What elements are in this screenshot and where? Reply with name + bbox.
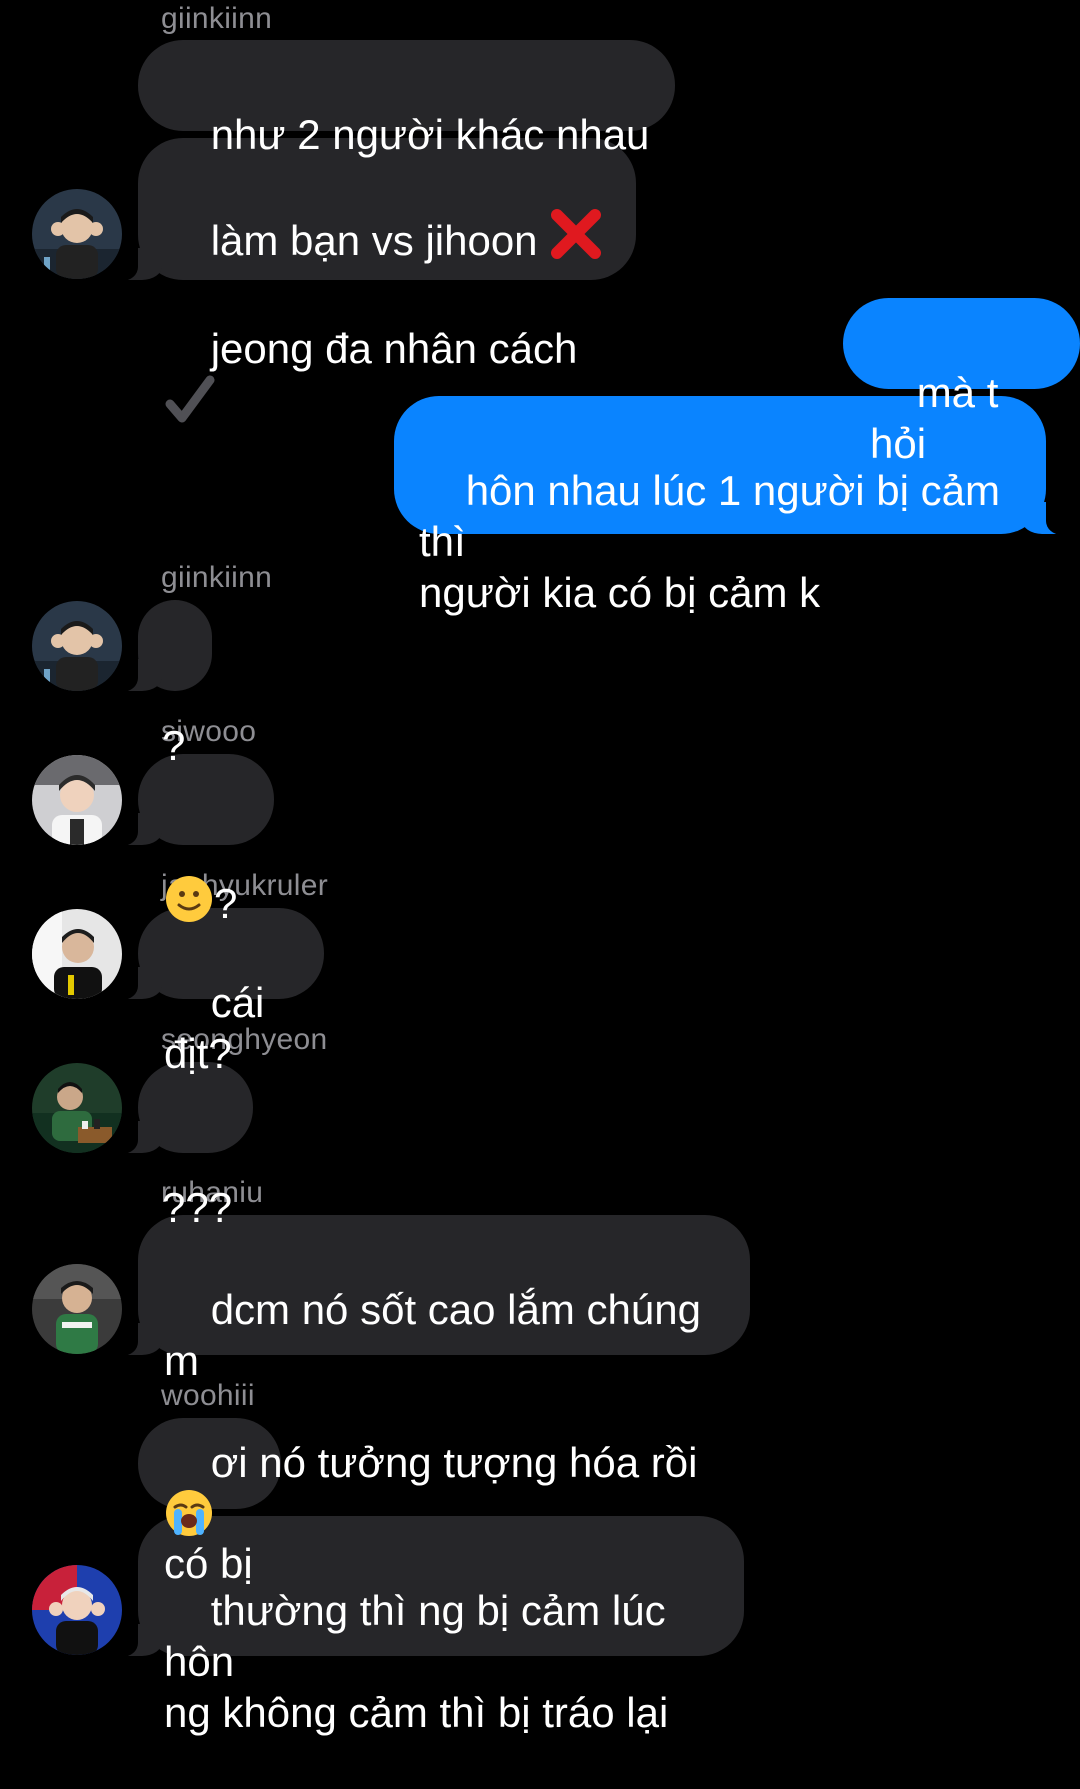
message-text: thường thì ng bị cảm lúc hôn ng không cả… — [164, 1587, 669, 1736]
avatar[interactable] — [32, 601, 122, 691]
sender-name: giinkiinn — [161, 561, 273, 594]
message-text-line: làm bạn vs jihoon — [211, 209, 604, 264]
message-text: ? — [214, 880, 238, 927]
message-text: ? — [162, 722, 186, 769]
check-mark-icon — [164, 374, 216, 437]
avatar[interactable] — [32, 755, 122, 845]
message-bubble-outgoing[interactable]: hôn nhau lúc 1 người bị cảm thì người ki… — [394, 396, 1074, 616]
message-text: hôn nhau lúc 1 người bị cảm thì người ki… — [419, 467, 1000, 616]
message-bubble-incoming[interactable]: ? — [110, 600, 212, 769]
avatar[interactable] — [32, 1063, 122, 1153]
avatar[interactable] — [32, 1565, 122, 1655]
message-bubble-incoming[interactable]: dcm nó sốt cao lắm chúng m ơi nó tưởng t… — [110, 1215, 750, 1536]
message-text: ??? — [162, 1184, 233, 1231]
message-bubble-incoming[interactable]: như 2 người khác nhau — [138, 40, 676, 158]
message-text: có bị — [164, 1540, 253, 1587]
avatar[interactable] — [32, 909, 122, 999]
message-text-line: dcm nó sốt cao lắm chúng m — [164, 1286, 713, 1384]
slightly-smiling-face-emoji — [164, 874, 214, 935]
sender-name: giinkiinn — [161, 2, 273, 35]
message-bubble-incoming[interactable]: làm bạn vs jihoon jeong đa nhân cách — [110, 138, 636, 423]
sender-name: woohiii — [161, 1379, 255, 1412]
red-cross-icon — [549, 207, 603, 272]
avatar[interactable] — [32, 1264, 122, 1354]
message-bubble-outgoing[interactable]: mà t hỏi — [843, 298, 1080, 467]
message-text: như 2 người khác nhau — [210, 111, 650, 158]
message-bubble-incoming[interactable]: ? — [110, 754, 274, 927]
avatar[interactable] — [32, 189, 122, 279]
message-thread: giinkiinn như 2 người khác nhau làm bạn … — [0, 0, 1080, 1736]
